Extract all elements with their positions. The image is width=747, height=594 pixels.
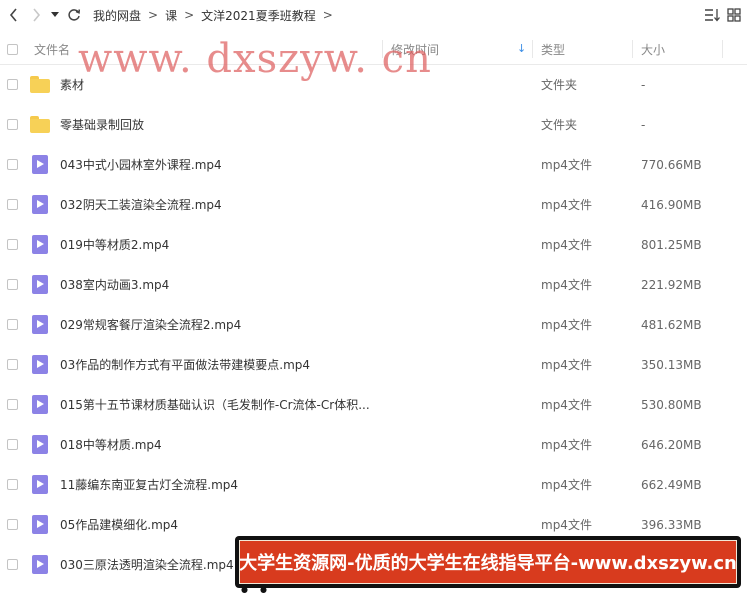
row-checkbox[interactable]	[7, 439, 18, 450]
file-type: mp4文件	[541, 238, 592, 252]
caret-down-icon[interactable]	[47, 0, 63, 30]
breadcrumb-item-course[interactable]: 课	[165, 7, 177, 24]
file-name[interactable]: 029常规客餐厅渲染全流程2.mp4	[60, 305, 241, 345]
breadcrumb: 我的网盘 > 课 > 文洋2021夏季班教程 >	[93, 7, 340, 24]
file-name[interactable]: 018中等材质.mp4	[60, 425, 162, 465]
file-type: mp4文件	[541, 438, 592, 452]
video-file-icon	[32, 195, 48, 214]
file-row[interactable]: 03作品的制作方式有平面做法带建模要点.mp4 mp4文件 350.13MB	[0, 345, 747, 385]
file-size: 770.66MB	[641, 158, 702, 172]
file-row[interactable]: 032阴天工装渲染全流程.mp4 mp4文件 416.90MB	[0, 185, 747, 225]
watermark-text: www. dxszyw. cn	[78, 36, 432, 82]
file-name[interactable]: 11藤编东南亚复古灯全流程.mp4	[60, 465, 238, 505]
column-divider[interactable]	[632, 40, 633, 58]
file-size: 221.92MB	[641, 278, 702, 292]
file-row[interactable]: 043中式小园林室外课程.mp4 mp4文件 770.66MB	[0, 145, 747, 185]
promo-banner-text: 大学生资源网-优质的大学生在线指导平台-www.dxszyw.cn	[239, 540, 737, 584]
row-checkbox[interactable]	[7, 199, 18, 210]
column-header-type[interactable]: 类型	[541, 34, 565, 64]
file-row[interactable]: 029常规客餐厅渲染全流程2.mp4 mp4文件 481.62MB	[0, 305, 747, 345]
column-divider[interactable]	[532, 40, 533, 58]
breadcrumb-item-current[interactable]: 文洋2021夏季班教程	[201, 7, 316, 24]
file-row[interactable]: 019中等材质2.mp4 mp4文件 801.25MB	[0, 225, 747, 265]
file-name[interactable]: 零基础录制回放	[60, 105, 144, 145]
file-type: mp4文件	[541, 358, 592, 372]
video-file-icon	[32, 315, 48, 334]
file-row[interactable]: 015第十五节课材质基础认识（毛发制作-Cr流体-Cr体积... mp4文件 530…	[0, 385, 747, 425]
row-checkbox[interactable]	[7, 239, 18, 250]
breadcrumb-separator: >	[148, 8, 159, 22]
row-checkbox[interactable]	[7, 359, 18, 370]
file-type: mp4文件	[541, 278, 592, 292]
file-size: 646.20MB	[641, 438, 702, 452]
chevron-right-icon[interactable]	[25, 0, 47, 30]
row-checkbox[interactable]	[7, 519, 18, 530]
file-size: 801.25MB	[641, 238, 702, 252]
file-name[interactable]: 030三原法透明渲染全流程.mp4	[60, 545, 234, 585]
promo-banner: 大学生资源网-优质的大学生在线指导平台-www.dxszyw.cn	[235, 536, 741, 588]
file-name[interactable]: 032阴天工装渲染全流程.mp4	[60, 185, 222, 225]
file-type: mp4文件	[541, 158, 592, 172]
file-type: mp4文件	[541, 318, 592, 332]
file-name[interactable]: 05作品建模细化.mp4	[60, 505, 178, 545]
grid-view-icon[interactable]	[723, 0, 745, 30]
column-header-name[interactable]: 文件名	[34, 34, 70, 64]
video-file-icon	[32, 235, 48, 254]
video-file-icon	[32, 355, 48, 374]
video-file-icon	[32, 435, 48, 454]
file-size: 350.13MB	[641, 358, 702, 372]
select-all-checkbox[interactable]	[7, 34, 18, 64]
folder-icon	[30, 116, 50, 133]
sort-descending-icon[interactable]: ↓	[517, 42, 526, 55]
breadcrumb-separator: >	[322, 8, 333, 22]
column-header-size[interactable]: 大小	[641, 34, 665, 64]
file-type: mp4文件	[541, 198, 592, 212]
row-checkbox[interactable]	[7, 399, 18, 410]
file-size: 416.90MB	[641, 198, 702, 212]
video-file-icon	[32, 155, 48, 174]
banner-dots: ●●	[241, 585, 279, 594]
folder-icon	[30, 76, 50, 93]
video-file-icon	[32, 515, 48, 534]
file-size: -	[641, 78, 646, 92]
chevron-left-icon[interactable]	[3, 0, 25, 30]
video-file-icon	[32, 275, 48, 294]
file-row[interactable]: 零基础录制回放 文件夹 -	[0, 105, 747, 145]
file-name[interactable]: 015第十五节课材质基础认识（毛发制作-Cr流体-Cr体积...	[60, 385, 370, 425]
row-checkbox[interactable]	[7, 79, 18, 90]
file-size: 662.49MB	[641, 478, 702, 492]
file-row[interactable]: 018中等材质.mp4 mp4文件 646.20MB	[0, 425, 747, 465]
row-checkbox[interactable]	[7, 159, 18, 170]
file-name[interactable]: 038室内动画3.mp4	[60, 265, 169, 305]
breadcrumb-separator: >	[184, 8, 195, 22]
row-checkbox[interactable]	[7, 479, 18, 490]
row-checkbox[interactable]	[7, 119, 18, 130]
column-divider[interactable]	[722, 40, 723, 58]
video-file-icon	[32, 395, 48, 414]
row-checkbox[interactable]	[7, 319, 18, 330]
sort-list-icon[interactable]	[701, 0, 723, 30]
file-type: mp4文件	[541, 398, 592, 412]
file-type: 文件夹	[541, 78, 578, 92]
file-name[interactable]: 019中等材质2.mp4	[60, 225, 169, 265]
top-navigation-bar: 我的网盘 > 课 > 文洋2021夏季班教程 >	[0, 0, 747, 30]
refresh-icon[interactable]	[63, 0, 85, 30]
file-name[interactable]: 043中式小园林室外课程.mp4	[60, 145, 222, 185]
file-type: mp4文件	[541, 478, 592, 492]
file-row[interactable]: 038室内动画3.mp4 mp4文件 221.92MB	[0, 265, 747, 305]
video-file-icon	[32, 555, 48, 574]
row-checkbox[interactable]	[7, 279, 18, 290]
file-row[interactable]: 11藤编东南亚复古灯全流程.mp4 mp4文件 662.49MB	[0, 465, 747, 505]
file-type: 文件夹	[541, 118, 578, 132]
file-size: -	[641, 118, 646, 132]
file-size: 530.80MB	[641, 398, 702, 412]
breadcrumb-item-my-drive[interactable]: 我的网盘	[93, 7, 141, 24]
file-size: 481.62MB	[641, 318, 702, 332]
file-name[interactable]: 03作品的制作方式有平面做法带建模要点.mp4	[60, 345, 310, 385]
video-file-icon	[32, 475, 48, 494]
row-checkbox[interactable]	[7, 559, 18, 570]
